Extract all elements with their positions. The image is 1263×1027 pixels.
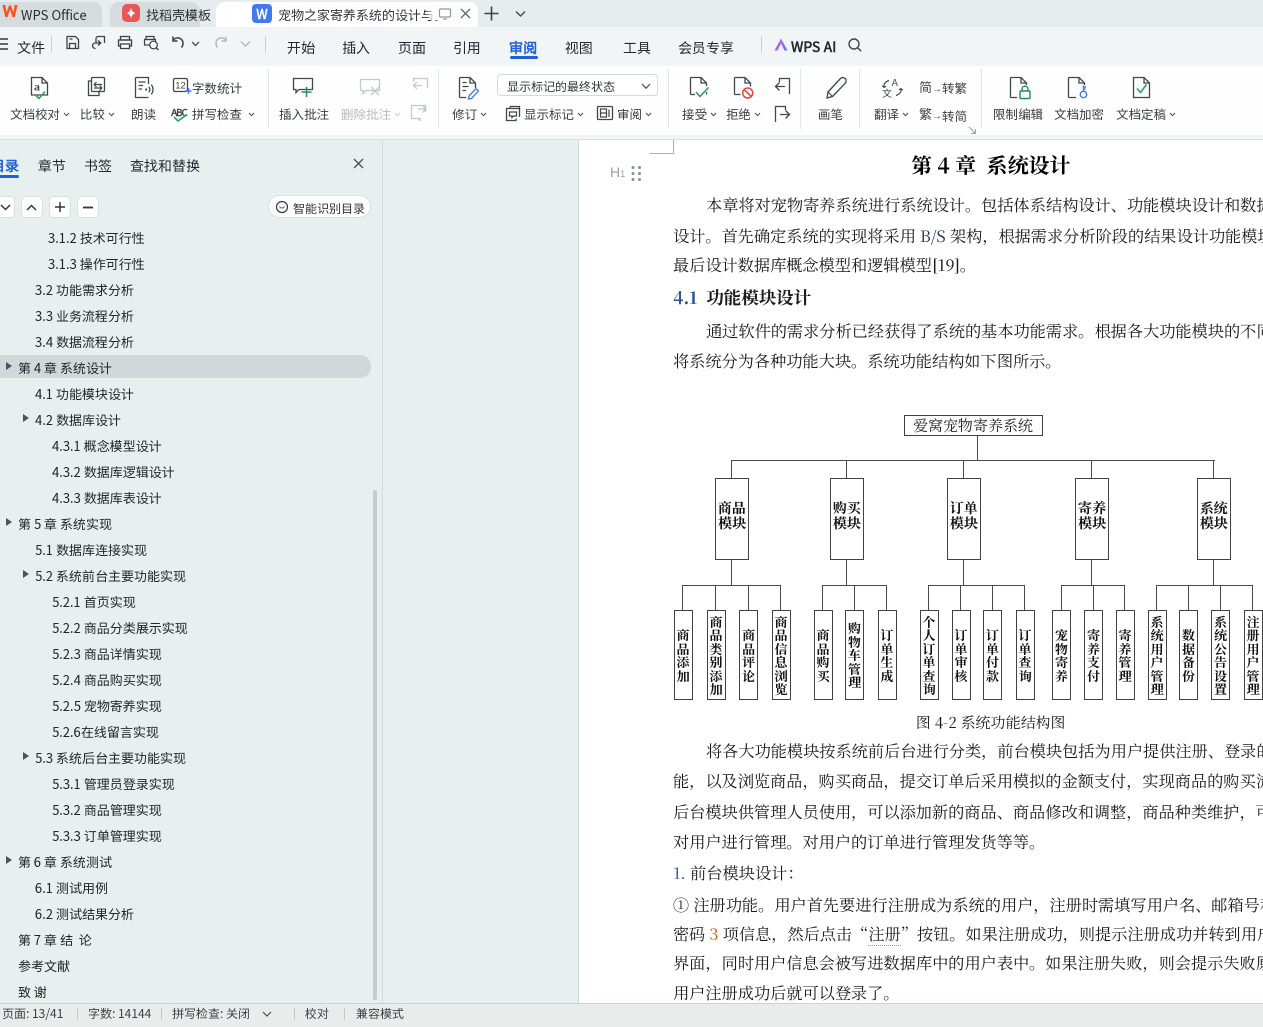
svg-text:A: A — [892, 76, 899, 89]
svg-text:12: 12 — [175, 81, 186, 92]
svg-text:a: a — [34, 80, 40, 94]
